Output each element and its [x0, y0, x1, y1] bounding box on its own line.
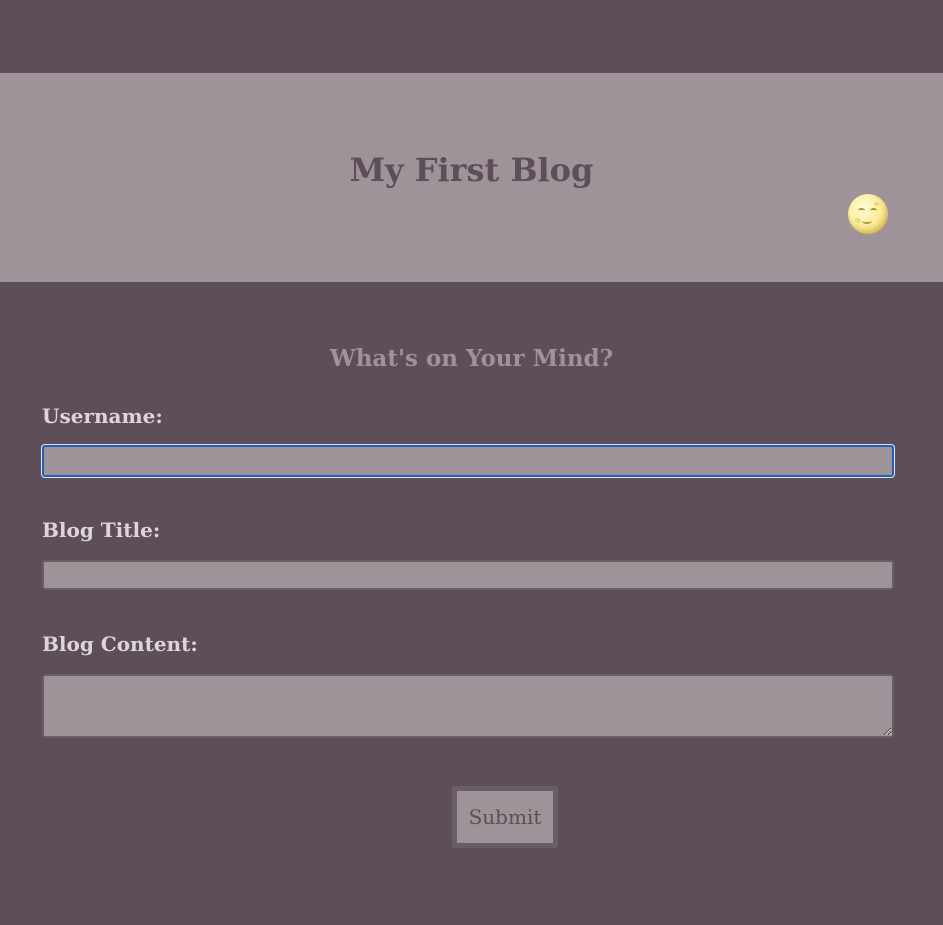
page-title: My First Blog: [349, 151, 594, 189]
blog-content-label: Blog Content:: [42, 632, 198, 656]
submit-button[interactable]: Submit: [452, 786, 558, 848]
blog-content-textarea[interactable]: [42, 674, 894, 738]
username-label: Username:: [42, 404, 163, 428]
blog-title-label: Blog Title:: [42, 518, 161, 542]
blog-title-input[interactable]: [42, 560, 894, 590]
username-input[interactable]: [42, 445, 894, 477]
form-heading: What's on Your Mind?: [329, 345, 614, 372]
theme-toggle-button[interactable]: [848, 194, 888, 234]
moon-face-icon: [848, 194, 888, 234]
